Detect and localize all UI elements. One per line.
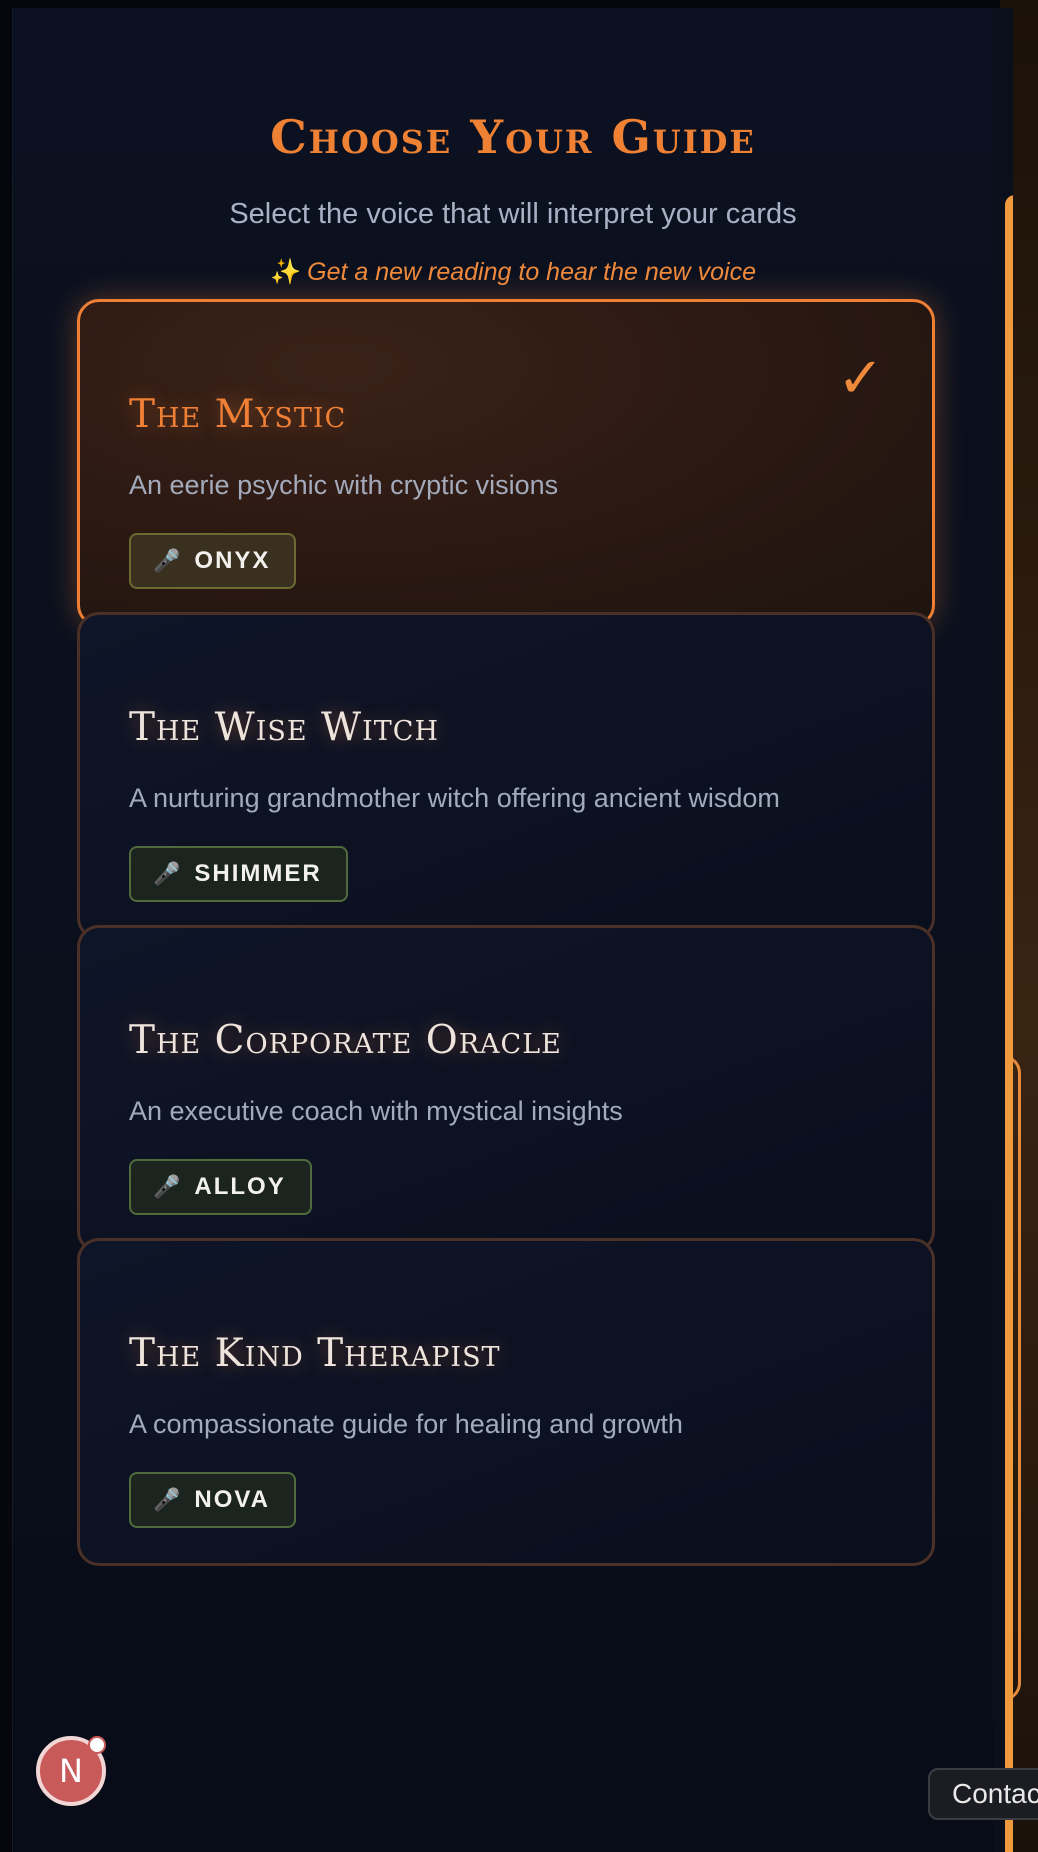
contact-button[interactable]: Contac [928, 1768, 1038, 1820]
scrollbar-thumb[interactable] [1005, 195, 1013, 1852]
guide-description: An executive coach with mystical insight… [129, 1096, 623, 1126]
voice-label: ALLOY [194, 1173, 286, 1200]
voice-label: NOVA [194, 1486, 270, 1513]
guide-description: A nurturing grandmother witch offering a… [129, 783, 780, 813]
guide-card-kind-therapist[interactable]: The Kind Therapist A compassionate guide… [77, 1238, 935, 1566]
guide-description: A compassionate guide for healing and gr… [129, 1409, 683, 1439]
status-dot [88, 1736, 106, 1754]
guide-name: The Kind Therapist [129, 1331, 501, 1376]
microphone-icon: 🎤 [153, 861, 181, 886]
guide-name: The Corporate Oracle [129, 1018, 562, 1063]
reading-note: ✨ Get a new reading to hear the new voice [13, 258, 1013, 287]
voice-label: SHIMMER [194, 860, 322, 887]
reading-note-text: Get a new reading to hear the new voice [307, 258, 757, 286]
voice-badge: 🎤 NOVA [129, 1472, 296, 1528]
voice-badge: 🎤 ALLOY [129, 1159, 312, 1215]
microphone-icon: 🎤 [153, 1487, 181, 1512]
guide-description: An eerie psychic with cryptic visions [129, 470, 559, 500]
microphone-icon: 🎤 [153, 548, 181, 573]
voice-label: ONYX [194, 547, 271, 574]
guide-name: The Wise Witch [129, 705, 439, 750]
guide-card-mystic[interactable]: ✓ The Mystic An eerie psychic with crypt… [77, 299, 935, 627]
checkmark-icon: ✓ [837, 346, 884, 411]
sparkles-icon: ✨ [269, 258, 302, 286]
voice-badge: 🎤 SHIMMER [129, 846, 348, 902]
voice-badge: 🎤 ONYX [129, 533, 297, 589]
microphone-icon: 🎤 [153, 1174, 181, 1199]
page-title: Choose Your Guide [270, 110, 756, 164]
page-subtitle: Select the voice that will interpret you… [229, 198, 797, 230]
guide-card-corporate-oracle[interactable]: The Corporate Oracle An executive coach … [77, 925, 935, 1253]
guide-selector-modal: Choose Your Guide Select the voice that … [12, 8, 1013, 1852]
guide-card-wise-witch[interactable]: The Wise Witch A nurturing grandmother w… [77, 612, 935, 940]
guide-name: The Mystic [129, 392, 347, 437]
